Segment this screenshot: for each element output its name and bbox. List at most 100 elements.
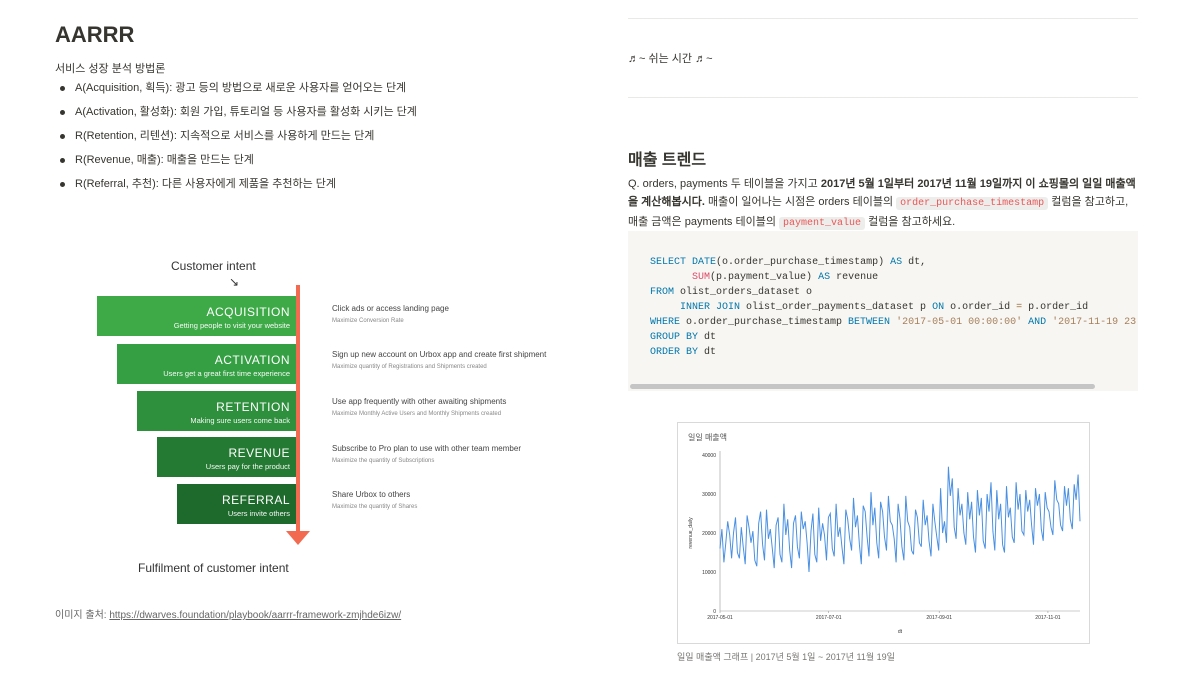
- question-paragraph: Q. orders, payments 두 테이블을 가지고 2017년 5월 …: [628, 175, 1138, 233]
- code-token: SUM: [692, 272, 711, 283]
- code-token: INNER JOIN: [680, 302, 741, 313]
- funnel-stage-revenue: REVENUE Users pay for the product: [157, 437, 298, 477]
- stage-metric: Maximize the quantity of Subscriptions: [332, 458, 435, 464]
- stage-subtitle: Users pay for the product: [205, 462, 290, 471]
- code-token: BETWEEN: [848, 317, 891, 328]
- stage-description: Click ads or access landing page Maximiz…: [332, 304, 449, 324]
- y-axis-label: revenue_daily: [688, 517, 694, 549]
- stage-description: Subscribe to Pro plan to use with other …: [332, 444, 521, 464]
- funnel-stage-retention: RETENTION Making sure users come back: [137, 391, 298, 431]
- image-source-caption: 이미지 출처: https://dwarves.foundation/playb…: [55, 606, 401, 621]
- line-chart-svg: 일일 매출액0100002000030000400002017-05-01 201…: [688, 432, 1081, 635]
- stage-title: REFERRAL: [221, 493, 290, 507]
- chart-title: 일일 매출액: [688, 432, 727, 442]
- code-token: o.order_id: [944, 302, 1017, 313]
- stage-title: ACQUISITION: [206, 305, 290, 319]
- scrollbar-thumb[interactable]: [630, 384, 1095, 389]
- aarrr-section: AARRR 서비스 성장 분석 방법론 A(Acquisition, 획득): …: [55, 0, 575, 690]
- y-tick-label: 30000: [702, 492, 716, 498]
- y-tick-label: 10000: [702, 570, 716, 576]
- code-token: (o.order_purchase_timestamp): [716, 257, 891, 268]
- chart-caption: 일일 매출액 그래프 | 2017년 5월 1일 ~ 2017년 11월 19일: [677, 652, 895, 662]
- stage-metric: Maximize Monthly Active Users and Monthl…: [332, 411, 502, 417]
- code-token: WHERE: [650, 317, 681, 328]
- stage-action: Use app frequently with other awaiting s…: [332, 397, 507, 406]
- bullet-item: R(Revenue, 매출): 매출을 만드는 단계: [55, 154, 417, 178]
- stage-action: Sign up new account on Urbox app and cre…: [332, 350, 547, 359]
- arrow-down-icon: [286, 531, 310, 545]
- curved-arrow-icon: ↘: [229, 275, 240, 289]
- stage-subtitle: Making sure users come back: [190, 416, 290, 425]
- stage-metric: Maximize the quantity of Shares: [332, 504, 418, 510]
- code-token: AND: [1028, 317, 1047, 328]
- bullet-item: A(Activation, 활성화): 회원 가입, 튜토리얼 등 사용자를 활…: [55, 106, 417, 130]
- stage-action: Share Urbox to others: [332, 490, 411, 499]
- stage-metric: Maximize quantity of Registrations and S…: [332, 364, 487, 370]
- code-token: dt: [698, 332, 717, 343]
- code-token: FROM: [650, 287, 675, 298]
- sql-code-block[interactable]: SELECT DATE(o.order_purchase_timestamp) …: [628, 231, 1138, 391]
- inline-code: order_purchase_timestamp: [896, 197, 1049, 210]
- code-token: o.order_purchase_timestamp: [680, 317, 849, 328]
- stage-subtitle: Getting people to visit your website: [173, 321, 290, 330]
- code-token: GROUP BY: [650, 332, 699, 343]
- horizontal-scrollbar[interactable]: [628, 383, 1138, 389]
- question-text: 컬럼을 참고하세요.: [865, 216, 956, 228]
- stage-description: Sign up new account on Urbox app and cre…: [332, 350, 546, 370]
- series-line: [719, 466, 1081, 573]
- x-tick-label: 2017-07-01: [816, 615, 842, 621]
- question-text: 매출이 일어나는 시점은 orders 테이블의: [704, 196, 897, 208]
- caption-prefix: 이미지 출처:: [55, 610, 110, 621]
- page-heading: AARRR: [55, 22, 135, 47]
- stage-metric: Maximize Conversion Rate: [332, 318, 404, 324]
- bullet-item: A(Acquisition, 획득): 광고 등의 방법으로 새로운 사용자를 …: [55, 82, 417, 106]
- code-token: '2017-05-01 00:00:00': [896, 317, 1023, 328]
- inline-code: payment_value: [779, 217, 866, 230]
- code-token: ORDER BY: [650, 347, 699, 358]
- stage-action: Subscribe to Pro plan to use with other …: [332, 444, 521, 453]
- bullet-item: R(Retention, 리텐션): 지속적으로 서비스를 사용하게 만드는 단…: [55, 130, 417, 154]
- code-token: '2017-11-19 23:59:59': [1052, 317, 1138, 328]
- code-token: revenue: [830, 272, 879, 283]
- code-token: p.order_id: [1022, 302, 1089, 313]
- question-text: Q. orders, payments 두 테이블을 가지고: [628, 178, 821, 190]
- code-token: AS: [890, 257, 903, 268]
- divider: [628, 18, 1138, 19]
- bullet-item: R(Referral, 추천): 다른 사용자에게 제품을 추천하는 단계: [55, 178, 417, 202]
- code-token: SELECT: [650, 257, 687, 268]
- funnel-stage-referral: REFERRAL Users invite others: [177, 484, 298, 524]
- aarrr-funnel-image: Customer intent ↘ ACQUISITION Getting pe…: [55, 255, 575, 595]
- fulfilment-label: Fulfilment of customer intent: [138, 561, 289, 575]
- stage-action: Click ads or access landing page: [332, 304, 449, 313]
- x-tick-label: 2017-05-01: [707, 615, 733, 621]
- code-token: (p.payment_value): [710, 272, 819, 283]
- aarrr-bullet-list: A(Acquisition, 획득): 광고 등의 방법으로 새로운 사용자를 …: [55, 82, 417, 202]
- break-time-text: ♬~ 쉬는 시간 ♬~: [628, 53, 713, 65]
- funnel-stage-acquisition: ACQUISITION Getting people to visit your…: [97, 296, 298, 336]
- y-tick-label: 20000: [702, 531, 716, 537]
- x-tick-label: 2017-11-01: [1035, 615, 1060, 621]
- revenue-chart: 일일 매출액 0 10000 20000 30000 40000 2017-05-01 201…: [677, 422, 1090, 644]
- x-axis-label: dt: [898, 629, 903, 635]
- code-token: olist_order_payments_dataset p: [740, 302, 933, 313]
- source-link[interactable]: https://dwarves.foundation/playbook/aarr…: [109, 610, 401, 621]
- stage-title: ACTIVATION: [214, 353, 290, 367]
- y-tick-label: 40000: [702, 453, 716, 459]
- section-heading: 매출 트렌드: [628, 152, 707, 169]
- stage-title: RETENTION: [216, 400, 290, 414]
- code-token: olist_orders_dataset o: [674, 287, 813, 298]
- divider: [628, 97, 1138, 98]
- code-token: AS: [818, 272, 831, 283]
- customer-intent-label: Customer intent: [171, 259, 256, 273]
- stage-subtitle: Users get a great first time experience: [163, 369, 290, 378]
- stage-description: Share Urbox to others Maximize the quant…: [332, 490, 417, 510]
- code-token: DATE: [692, 257, 717, 268]
- code-token: ON: [932, 302, 945, 313]
- subtitle: 서비스 성장 분석 방법론: [55, 63, 166, 75]
- funnel-stage-activation: ACTIVATION Users get a great first time …: [117, 344, 298, 384]
- sql-code: SELECT DATE(o.order_purchase_timestamp) …: [650, 255, 1138, 360]
- code-token: dt,: [902, 257, 927, 268]
- stage-subtitle: Users invite others: [227, 509, 290, 518]
